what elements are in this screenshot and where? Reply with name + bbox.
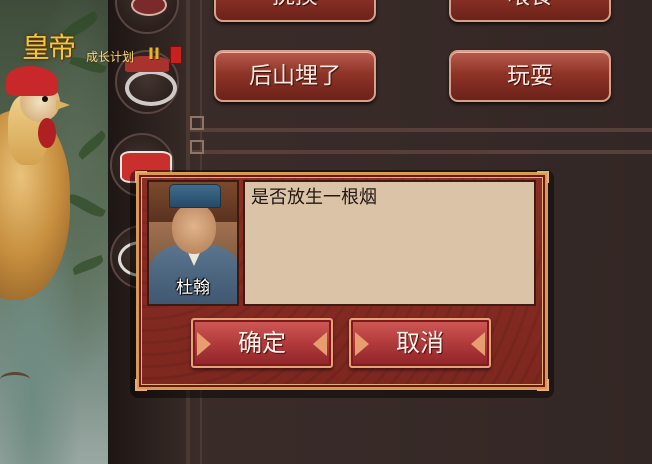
logo-subtitle: 成长计划 bbox=[86, 50, 135, 64]
game-logo: 皇帝 bbox=[22, 31, 76, 64]
arrow-right-icon bbox=[355, 332, 369, 356]
background-scene bbox=[0, 0, 108, 464]
cancel-label: 取消 bbox=[396, 329, 444, 357]
speaker-name: 杜翰 bbox=[176, 278, 210, 298]
seal-icon bbox=[170, 46, 182, 64]
fret-ornament bbox=[190, 116, 204, 130]
message-text: 是否放生一根烟 bbox=[251, 187, 377, 208]
option-feed-button[interactable]: 喂食 bbox=[449, 0, 611, 22]
cancel-button[interactable]: 取消 bbox=[349, 318, 491, 368]
arrow-left-icon bbox=[471, 332, 485, 356]
divider bbox=[190, 128, 652, 132]
arrow-right-icon bbox=[197, 332, 211, 356]
logo-number: II bbox=[148, 44, 160, 63]
divider bbox=[190, 150, 652, 154]
speaker-portrait: 杜翰 bbox=[147, 180, 239, 306]
option-bury-button[interactable]: 后山埋了 bbox=[214, 50, 376, 102]
confirm-label: 确定 bbox=[238, 329, 286, 357]
dialog-message: 是否放生一根烟 bbox=[243, 180, 536, 306]
confirm-button[interactable]: 确定 bbox=[191, 318, 333, 368]
option-play-button[interactable]: 玩耍 bbox=[449, 50, 611, 102]
arrow-left-icon bbox=[313, 332, 327, 356]
fret-ornament bbox=[190, 140, 204, 154]
option-stroke-button[interactable]: 抚摸 bbox=[214, 0, 376, 22]
